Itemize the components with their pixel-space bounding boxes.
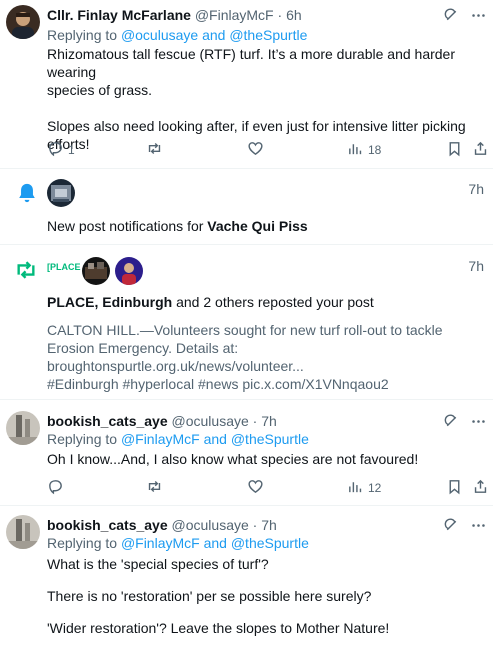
place-logo[interactable]: [PLACE xyxy=(47,262,81,272)
share-icon xyxy=(472,478,489,498)
tweet-text: What is the 'special species of turf'? T… xyxy=(47,555,482,637)
post-time[interactable]: 6h xyxy=(286,7,302,23)
grok-icon[interactable] xyxy=(443,517,460,537)
tweet-text: Rhizomatous tall fescue (RTF) turf. It’s… xyxy=(47,45,482,153)
avatar-reposter-3[interactable] xyxy=(115,257,143,285)
share-button[interactable] xyxy=(472,140,489,160)
author-handle[interactable]: @oculusaye xyxy=(172,413,249,429)
author-handle[interactable]: @FinlayMcF xyxy=(195,7,274,23)
replying-to: Replying to @oculusaye and @theSpurtle xyxy=(47,27,307,43)
repost-icon xyxy=(146,478,163,498)
notification-time: 7h xyxy=(468,181,484,197)
avatar-finlay[interactable] xyxy=(6,5,40,39)
views-icon xyxy=(347,140,364,160)
author-name[interactable]: bookish_cats_aye xyxy=(47,413,168,429)
more-icon[interactable] xyxy=(470,7,487,27)
replying-targets[interactable]: @FinlayMcF and @theSpurtle xyxy=(121,535,309,551)
author-name[interactable]: bookish_cats_aye xyxy=(47,517,168,533)
avatar-bookish[interactable] xyxy=(6,411,40,445)
tweet-text: Oh I know...And, I also know what specie… xyxy=(47,451,419,467)
views-count: 18 xyxy=(368,143,382,157)
tweet-text-line: Slopes also need looking after, if even … xyxy=(47,118,466,134)
divider xyxy=(0,399,493,400)
reposted-post-preview[interactable]: CALTON HILL.—Volunteers sought for new t… xyxy=(47,321,482,393)
tweet-text-line: What is the 'special species of turf'? xyxy=(47,556,269,572)
replying-prefix: Replying to xyxy=(47,27,118,43)
divider xyxy=(0,505,493,506)
divider xyxy=(0,244,493,245)
separator-dot: · xyxy=(252,413,258,429)
notification-prefix: New post notifications for xyxy=(47,218,204,234)
post-time[interactable]: 7h xyxy=(261,413,277,429)
repost-button[interactable] xyxy=(146,140,163,160)
like-icon xyxy=(247,478,264,498)
avatar-vache[interactable] xyxy=(47,179,75,207)
notification-text: New post notifications for Vache Qui Pis… xyxy=(47,217,482,235)
notification-text: PLACE, Edinburgh and 2 others reposted y… xyxy=(47,293,482,311)
avatar-bookish[interactable] xyxy=(6,515,40,549)
post-time[interactable]: 7h xyxy=(261,517,277,533)
reply-icon xyxy=(47,478,64,498)
replying-targets[interactable]: @oculusaye and @theSpurtle xyxy=(121,27,307,43)
notification-account[interactable]: PLACE, Edinburgh xyxy=(47,294,172,310)
bell-icon xyxy=(16,182,38,207)
separator-dot: · xyxy=(277,7,283,23)
more-icon[interactable] xyxy=(470,517,487,537)
author-name[interactable]: Cllr. Finlay McFarlane xyxy=(47,7,191,23)
notification-rest: and 2 others reposted your post xyxy=(176,294,374,310)
share-button[interactable] xyxy=(472,478,489,498)
views-icon xyxy=(347,478,364,498)
views-button[interactable]: 12 xyxy=(347,478,381,498)
preview-line: Erosion Emergency. Details at: xyxy=(47,340,239,356)
bookmark-icon xyxy=(446,140,463,160)
tweet-text-line: efforts! xyxy=(47,136,90,152)
preview-line: broughtonspurtle.org.uk/news/volunteer..… xyxy=(47,358,304,374)
like-button[interactable] xyxy=(247,140,264,160)
like-button[interactable] xyxy=(247,478,264,498)
replying-to: Replying to @FinlayMcF and @theSpurtle xyxy=(47,535,309,551)
replying-targets[interactable]: @FinlayMcF and @theSpurtle xyxy=(121,431,309,447)
reply-count: 1 xyxy=(68,143,75,157)
repost-icon xyxy=(146,140,163,160)
preview-line: #Edinburgh #hyperlocal #news pic.x.com/X… xyxy=(47,376,389,392)
tweet-text-line: There is no 'restoration' per se possibl… xyxy=(47,588,372,604)
reply-button[interactable] xyxy=(47,478,64,498)
reply-icon xyxy=(47,140,64,160)
views-button[interactable]: 18 xyxy=(347,140,381,160)
replying-prefix: Replying to xyxy=(47,535,118,551)
tweet-text-line: 'Wider restoration'? Leave the slopes to… xyxy=(47,620,390,636)
bookmark-button[interactable] xyxy=(446,478,463,498)
tweet-text-line: Rhizomatous tall fescue (RTF) turf. It’s… xyxy=(47,46,455,80)
author-handle[interactable]: @oculusaye xyxy=(172,517,249,533)
repost-icon xyxy=(14,259,38,284)
grok-icon[interactable] xyxy=(443,7,460,27)
replying-prefix: Replying to xyxy=(47,431,118,447)
like-icon xyxy=(247,140,264,160)
reply-button[interactable]: 1 xyxy=(47,140,75,160)
repost-button[interactable] xyxy=(146,478,163,498)
preview-line: CALTON HILL.—Volunteers sought for new t… xyxy=(47,322,443,338)
avatar-reposter-2[interactable] xyxy=(82,257,110,285)
share-icon xyxy=(472,140,489,160)
bookmark-icon xyxy=(446,478,463,498)
more-icon[interactable] xyxy=(470,413,487,433)
notification-time: 7h xyxy=(468,258,484,274)
tweet-text-line: species of grass. xyxy=(47,82,153,98)
bookmark-button[interactable] xyxy=(446,140,463,160)
separator-dot: · xyxy=(252,517,258,533)
notification-account[interactable]: Vache Qui Piss xyxy=(207,218,307,234)
replying-to: Replying to @FinlayMcF and @theSpurtle xyxy=(47,431,309,447)
views-count: 12 xyxy=(368,481,382,495)
divider xyxy=(0,168,493,169)
grok-icon[interactable] xyxy=(443,413,460,433)
